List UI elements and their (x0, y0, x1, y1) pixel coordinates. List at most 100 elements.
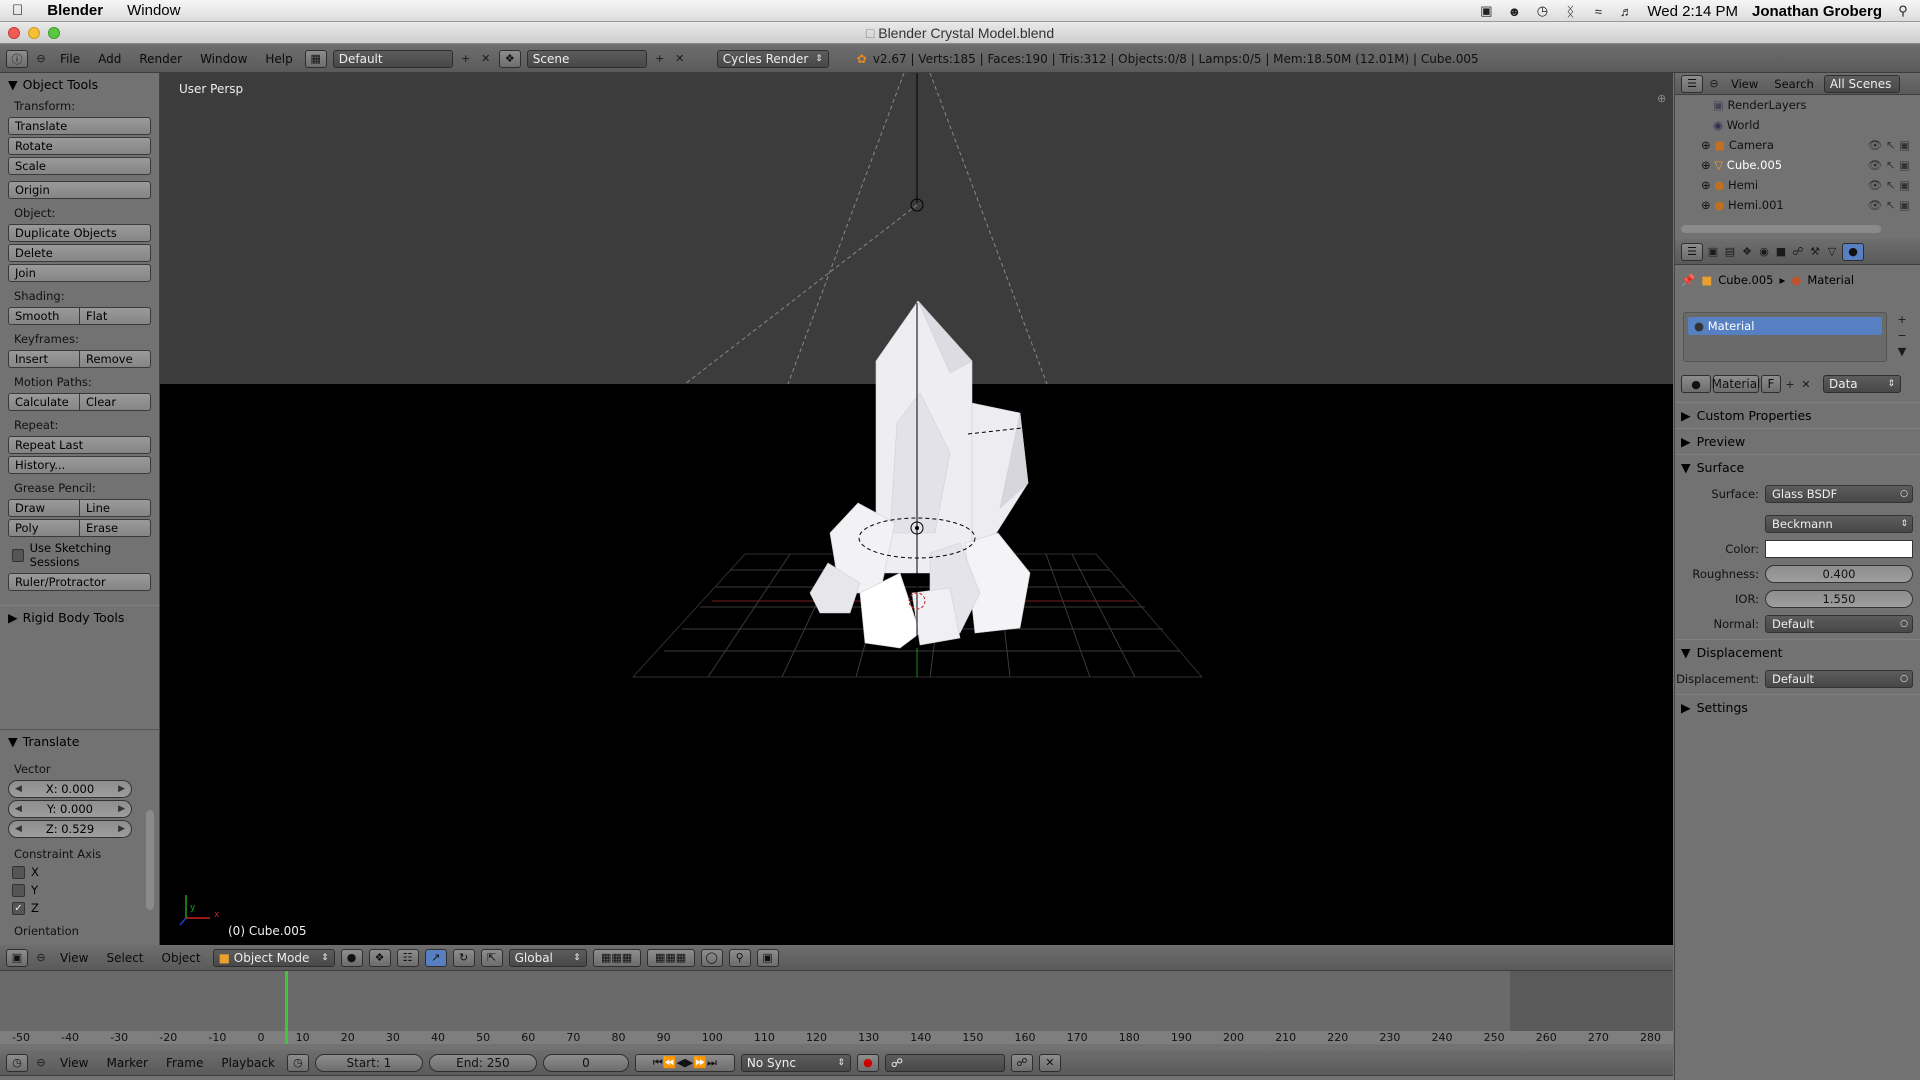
remove-screen-icon[interactable]: ✕ (479, 52, 493, 66)
preview-panel[interactable]: ▶ Preview (1675, 428, 1920, 454)
join-button[interactable]: Join (8, 264, 151, 282)
render-tab-icon[interactable]: ▣ (1706, 245, 1720, 259)
constraints-tab-icon[interactable]: ☍ (1791, 245, 1805, 259)
breadcrumb-material[interactable]: Material (1807, 273, 1854, 287)
current-frame-marker[interactable] (285, 971, 288, 1044)
vector-x-field[interactable]: ◀ X: 0.000 ▶ (8, 780, 132, 798)
repeat-last-button[interactable]: Repeat Last (8, 436, 151, 454)
material-name-field[interactable]: Material (1712, 375, 1760, 393)
operator-scrollbar[interactable] (146, 810, 154, 910)
menubar-user[interactable]: Jonathan Groberg (1752, 3, 1882, 20)
object-menu[interactable]: Object (156, 951, 207, 965)
scale-manipulator-icon[interactable]: ⇱ (480, 948, 503, 967)
keying-set-field[interactable]: ☍ (884, 1053, 1005, 1072)
add-screen-icon[interactable]: + (459, 52, 473, 66)
outliner-search-menu[interactable]: Search (1768, 77, 1820, 91)
preview-range-icon[interactable]: ◷ (286, 1053, 309, 1072)
material-slot-item[interactable]: ● Material (1688, 317, 1882, 335)
editor-type-info-icon[interactable]: ⓘ (6, 49, 28, 68)
menu-add[interactable]: Add (92, 52, 127, 66)
apple-icon[interactable]:  (0, 2, 35, 19)
playback-controls[interactable]: ⏮⏪◀▶⏩⏭ (634, 1053, 735, 1072)
window-menu[interactable]: Window (115, 2, 192, 19)
sync-mode-select[interactable]: No Sync ⇕ (740, 1053, 851, 1072)
ior-field[interactable]: 1.550 (1765, 590, 1913, 608)
menu-render[interactable]: Render (133, 52, 188, 66)
normal-select[interactable]: Default ○ (1765, 615, 1913, 633)
remove-slot-icon[interactable]: − (1895, 328, 1909, 342)
material-browse-icon[interactable]: ● (1681, 375, 1711, 393)
proportional-edit-icon[interactable]: ◯ (700, 948, 723, 967)
spotlight-search-icon[interactable]: ⚲ (1896, 3, 1910, 18)
manipulator-icon[interactable]: ☷ (396, 948, 419, 967)
constraint-z-checkbox[interactable]: ✓ Z (0, 899, 160, 917)
scene-icon[interactable]: ❖ (498, 49, 521, 68)
outliner-item-hemi001[interactable]: ⊕ ● Hemi.001 👁 ↖ ▣ (1675, 195, 1920, 215)
slot-specials-icon[interactable]: ▼ (1895, 344, 1909, 358)
layers-row-2[interactable]: ▦▦▦ (646, 948, 695, 967)
outliner-scrollbar[interactable] (1681, 225, 1881, 233)
wifi-icon[interactable]: ≈ (1591, 4, 1605, 19)
add-slot-icon[interactable]: + (1895, 312, 1909, 326)
translate-button[interactable]: Translate (8, 117, 151, 135)
snap-icon[interactable]: ⚲ (728, 948, 751, 967)
outliner-view-menu[interactable]: View (1725, 77, 1764, 91)
vector-z-field[interactable]: ◀ Z: 0.529 ▶ (8, 820, 132, 838)
outliner-item-hemi[interactable]: ⊕ ● Hemi 👁 ↖ ▣ (1675, 175, 1920, 195)
spaces-icon[interactable]: ▣ (1479, 3, 1493, 18)
clear-button[interactable]: Clear (80, 393, 151, 411)
scale-button[interactable]: Scale (8, 157, 151, 175)
modifiers-tab-icon[interactable]: ⚒ (1808, 245, 1822, 259)
calculate-button[interactable]: Calculate (8, 393, 80, 411)
fake-user-button[interactable]: F (1761, 375, 1781, 393)
volume-icon[interactable]: ♬ (1619, 4, 1633, 19)
scene-tab-icon[interactable]: ❖ (1740, 245, 1754, 259)
marker-menu[interactable]: Marker (100, 1056, 153, 1070)
erase-button[interactable]: Erase (80, 519, 151, 537)
menu-file[interactable]: File (54, 52, 86, 66)
select-menu[interactable]: Select (100, 951, 149, 965)
view-menu[interactable]: View (54, 951, 94, 965)
line-button[interactable]: Line (80, 499, 151, 517)
data-tab-icon[interactable]: ▽ (1825, 245, 1839, 259)
use-sketching-sessions-checkbox[interactable]: Use Sketching Sessions (0, 539, 159, 571)
draw-button[interactable]: Draw (8, 499, 80, 517)
end-frame-field[interactable]: End: 250 (428, 1053, 537, 1072)
time-machine-icon[interactable]: ◷ (1535, 3, 1549, 18)
app-menu[interactable]: Blender (35, 2, 115, 19)
duplicate-objects-button[interactable]: Duplicate Objects (8, 224, 151, 242)
surface-panel-header[interactable]: ▼ Surface (1675, 454, 1920, 480)
collapse-timeline-menu-icon[interactable]: ⊖ (34, 1056, 48, 1070)
distribution-select[interactable]: Beckmann ⇕ (1765, 515, 1913, 533)
menubar-clock[interactable]: Wed 2:14 PM (1647, 3, 1738, 20)
custom-properties-panel[interactable]: ▶ Custom Properties (1675, 402, 1920, 428)
poly-button[interactable]: Poly (8, 519, 80, 537)
screen-layout-field[interactable]: Default (332, 49, 453, 68)
remove-scene-icon[interactable]: ✕ (673, 52, 687, 66)
rotate-manipulator-icon[interactable]: ↻ (452, 948, 475, 967)
constraint-x-checkbox[interactable]: X (0, 863, 160, 881)
render-layers-tab-icon[interactable]: ▤ (1723, 245, 1737, 259)
outliner-item-cube005[interactable]: ⊕ ▽ Cube.005 👁 ↖ ▣ (1675, 155, 1920, 175)
accessibility-icon[interactable]: ☻ (1507, 4, 1522, 19)
object-mode-select[interactable]: ■ Object Mode ⇕ (212, 948, 335, 967)
collapse-menu-icon[interactable]: ⊖ (34, 52, 48, 66)
outliner-item-camera[interactable]: ⊕ ■ Camera 👁 ↖ ▣ (1675, 135, 1920, 155)
breadcrumb-object[interactable]: Cube.005 (1718, 273, 1773, 287)
record-icon[interactable]: ● (856, 1053, 879, 1072)
render-icon[interactable]: ▣ (756, 948, 779, 967)
outliner-item-world[interactable]: ◉ World (1675, 115, 1920, 135)
current-frame-field[interactable]: 0 (542, 1053, 629, 1072)
remove-keyframe-button[interactable]: Remove (80, 350, 151, 368)
menu-window[interactable]: Window (194, 52, 253, 66)
delete-button[interactable]: Delete (8, 244, 151, 262)
editor-type-properties-icon[interactable]: ☰ (1681, 242, 1703, 261)
ruler-protractor-button[interactable]: Ruler/Protractor (8, 573, 151, 591)
playback-menu[interactable]: Playback (215, 1056, 281, 1070)
rigid-body-tools-panel-header[interactable]: ▶ Rigid Body Tools (0, 605, 159, 629)
3d-viewport[interactable]: User Persp x y (0) Cube.005 ⊕ (160, 73, 1673, 945)
settings-panel-header[interactable]: ▶ Settings (1675, 694, 1920, 720)
minimize-window-button[interactable] (28, 27, 40, 39)
origin-button[interactable]: Origin (8, 181, 151, 199)
frame-menu[interactable]: Frame (160, 1056, 209, 1070)
